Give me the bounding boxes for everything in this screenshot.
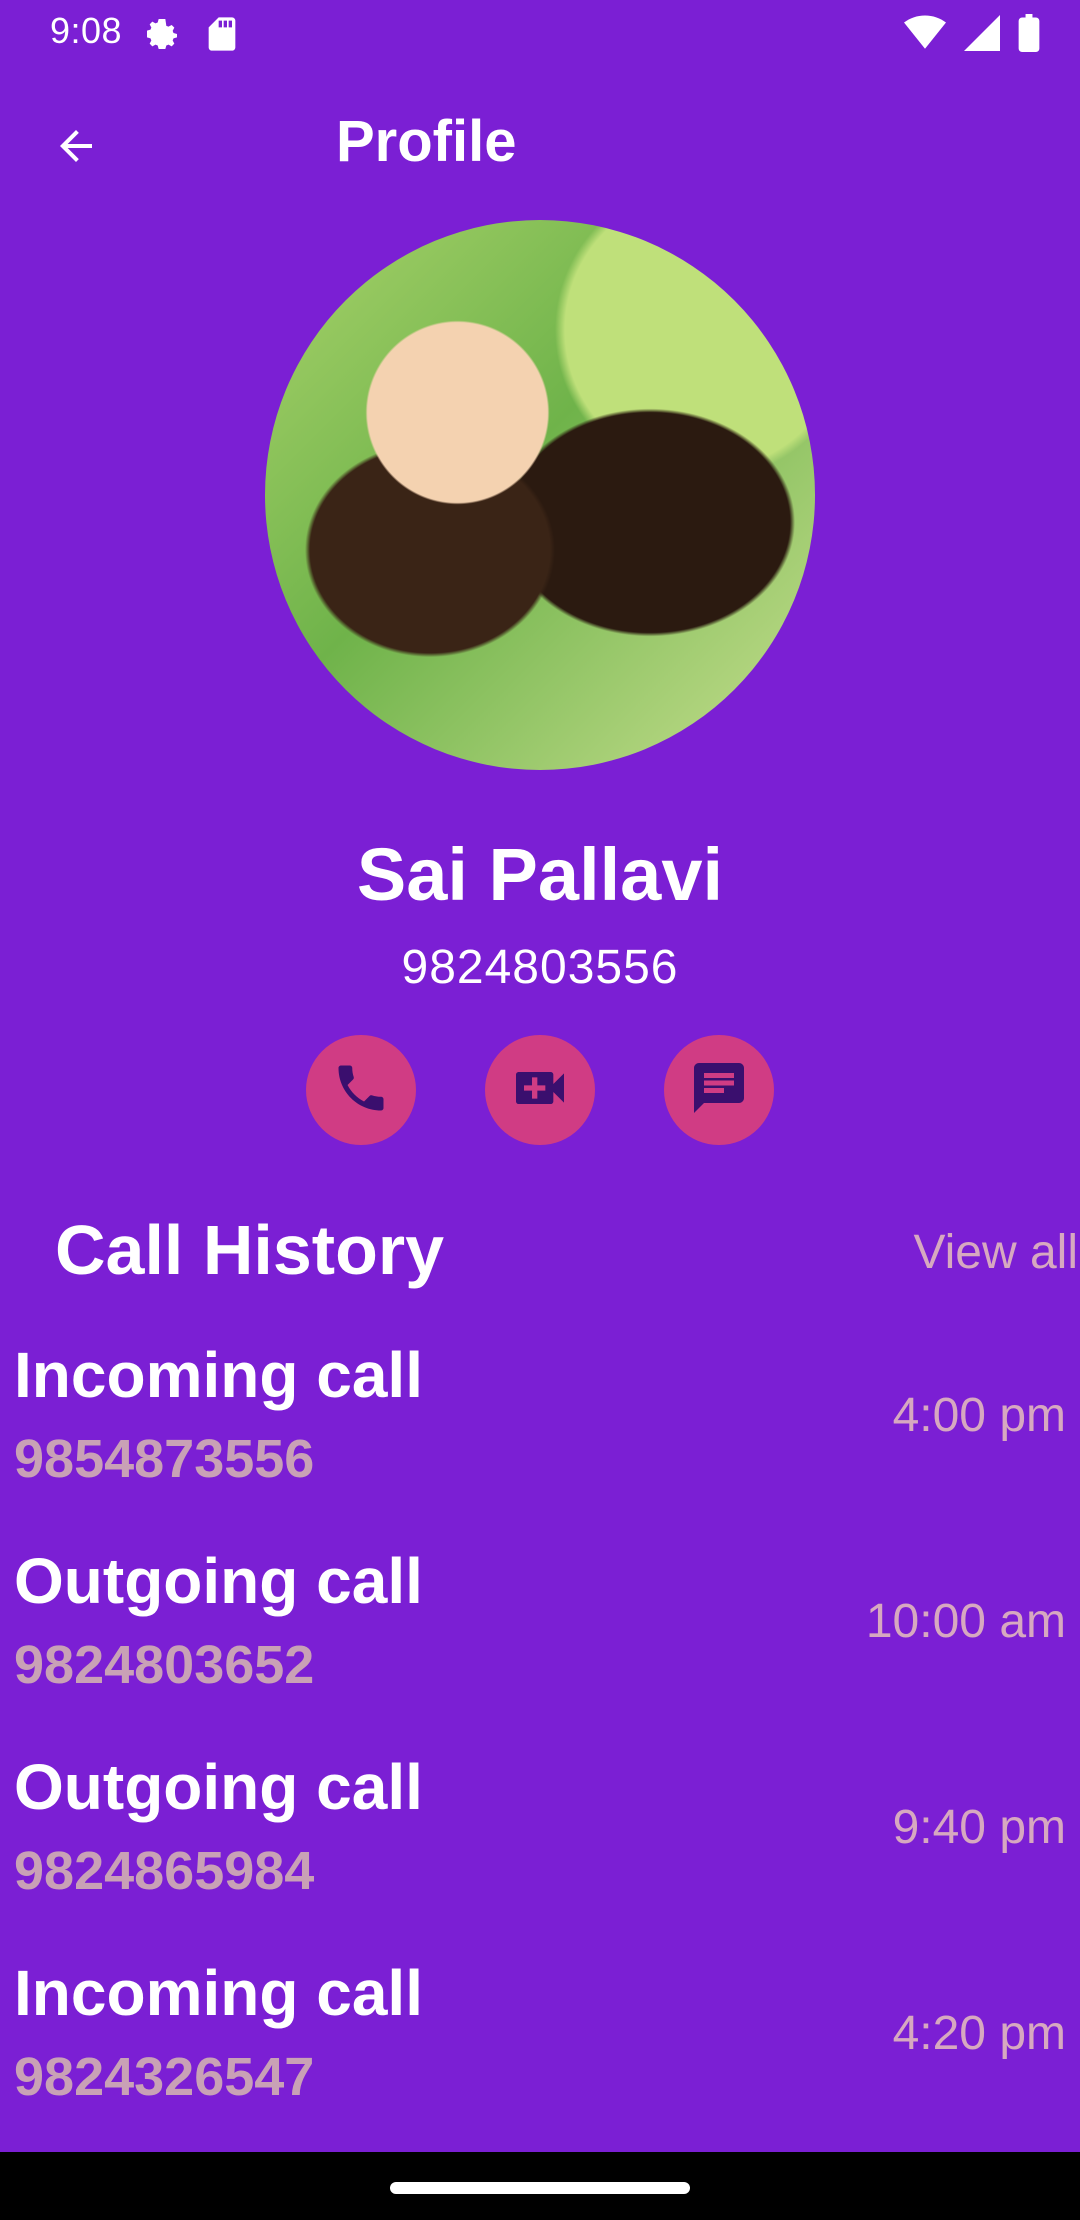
message-icon (689, 1058, 749, 1123)
call-button[interactable] (306, 1035, 416, 1145)
app-bar: Profile (0, 90, 1080, 200)
signal-icon (964, 15, 1000, 56)
wifi-icon (904, 15, 946, 56)
status-bar: 9:08 (0, 0, 1080, 64)
video-call-button[interactable] (485, 1035, 595, 1145)
call-number: 9824865984 (14, 1841, 315, 1901)
contact-number: 9824803556 (401, 941, 679, 994)
call-time: 4:20 pm (892, 2007, 1066, 2060)
sd-card-icon (202, 14, 242, 54)
call-number: 9854873556 (14, 1429, 315, 1489)
status-icons (904, 14, 1040, 57)
call-time: 4:00 pm (892, 1389, 1066, 1442)
call-type: Incoming call (14, 1957, 423, 2029)
list-item[interactable]: Outgoing call 9824865984 9:40 pm (0, 1732, 1080, 1938)
avatar (265, 220, 815, 770)
call-time: 9:40 pm (892, 1801, 1066, 1854)
settings-icon (142, 14, 182, 54)
battery-icon (1018, 14, 1040, 57)
list-item[interactable]: Incoming call 9854873556 4:00 pm (0, 1320, 1080, 1526)
list-item[interactable]: Outgoing call 9824803652 10:00 am (0, 1526, 1080, 1732)
call-number: 9824803652 (14, 1635, 315, 1695)
arrow-back-icon (52, 122, 100, 175)
phone-icon (331, 1058, 391, 1123)
view-all-link[interactable]: View all (913, 1225, 1078, 1280)
call-history-list: Incoming call 9854873556 4:00 pm Outgoin… (0, 1320, 1080, 2144)
system-nav-bar (0, 2152, 1080, 2220)
call-history-title: Call History (55, 1211, 444, 1289)
back-button[interactable] (40, 112, 112, 184)
status-time: 9:08 (50, 10, 123, 51)
call-type: Outgoing call (14, 1751, 423, 1823)
video-call-icon (508, 1056, 572, 1125)
call-type: Outgoing call (14, 1545, 423, 1617)
message-button[interactable] (664, 1035, 774, 1145)
home-indicator[interactable] (390, 2182, 690, 2194)
contact-actions (0, 1035, 1080, 1145)
call-type: Incoming call (14, 1339, 423, 1411)
call-time: 10:00 am (865, 1595, 1066, 1648)
call-number: 9824326547 (14, 2047, 315, 2107)
contact-name: Sai Pallavi (356, 833, 724, 916)
page-title: Profile (336, 109, 517, 174)
list-item[interactable]: Incoming call 9824326547 4:20 pm (0, 1938, 1080, 2144)
